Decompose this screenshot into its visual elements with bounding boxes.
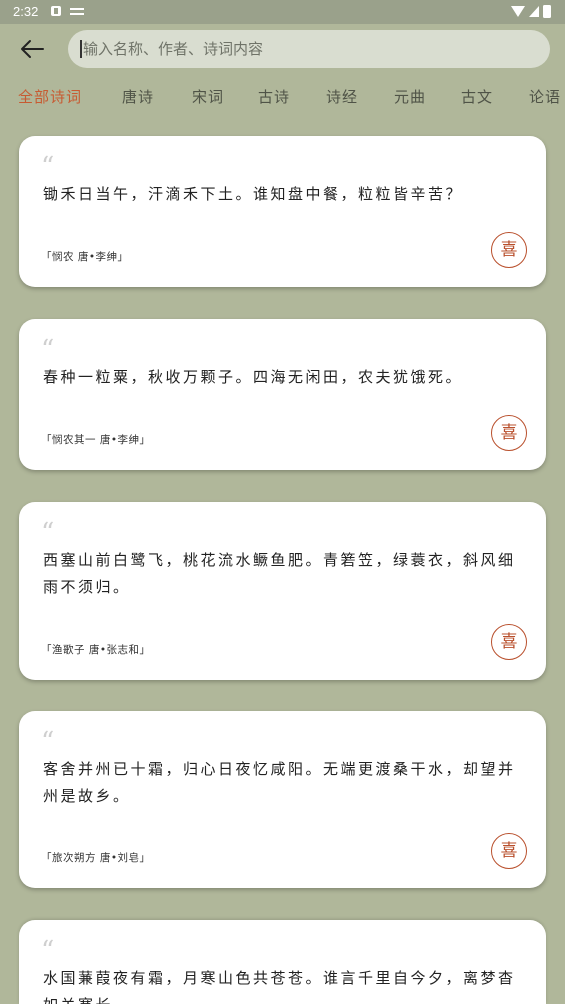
tab-ancient-poems[interactable]: 古诗 [258,86,290,107]
poem-source: 「悯农其一 唐•李绅」 [41,434,151,446]
text-cursor [80,40,82,58]
poem-card[interactable]: “ 锄禾日当午，汗滴禾下土。谁知盘中餐，粒粒皆辛苦？ 「悯农 唐•李绅」 喜 [19,136,546,287]
poem-card[interactable]: “ 西塞山前白鹭飞，桃花流水鳜鱼肥。青箬笠，绿蓑衣，斜风细雨不须归。 「渔歌子 … [19,502,546,680]
quote-mark-icon: “ [41,936,55,966]
search-header [0,24,565,76]
tab-tang-poems[interactable]: 唐诗 [122,86,154,107]
wifi-icon [511,6,525,17]
notification-icon [51,6,61,16]
like-button[interactable]: 喜 [491,232,527,268]
poem-source: 「悯农 唐•李绅」 [41,251,129,263]
tab-yuanqu[interactable]: 元曲 [394,86,426,107]
back-arrow-icon[interactable] [18,37,46,61]
poem-text: 春种一粒粟，秋收万颗子。四海无闲田，农夫犹饿死。 [43,368,464,386]
poem-text: 水国蒹葭夜有霜，月寒山色共苍苍。谁言千里自今夕，离梦杳如关塞长。 [43,969,516,1004]
keyboard-icon [70,8,84,15]
poem-source: 「旅次朔方 唐•刘皂」 [41,852,151,864]
status-bar: 2:32 [0,0,565,24]
quote-mark-icon: “ [41,518,55,548]
tab-song-ci[interactable]: 宋词 [192,86,224,107]
poem-source: 「渔歌子 唐•张志和」 [41,644,151,656]
signal-icon [529,6,539,17]
search-box[interactable] [68,30,550,68]
poem-text: 锄禾日当午，汗滴禾下土。谁知盘中餐，粒粒皆辛苦？ [43,185,464,203]
poem-text: 客舍并州已十霜，归心日夜忆咸阳。无端更渡桑干水，却望并州是故乡。 [43,760,516,805]
like-button[interactable]: 喜 [491,833,527,869]
tab-guwen[interactable]: 古文 [461,86,493,107]
battery-icon [543,5,551,18]
status-icons [511,5,551,18]
poem-card[interactable]: “ 春种一粒粟，秋收万颗子。四海无闲田，农夫犹饿死。 「悯农其一 唐•李绅」 喜 [19,319,546,470]
quote-mark-icon: “ [41,335,55,365]
like-button[interactable]: 喜 [491,415,527,451]
like-button[interactable]: 喜 [491,624,527,660]
tab-lunyu[interactable]: 论语 [529,86,561,107]
category-tabs: 全部诗词 唐诗 宋词 古诗 诗经 元曲 古文 论语 [0,84,565,112]
status-time: 2:32 [13,4,39,19]
search-input[interactable] [83,40,503,58]
quote-mark-icon: “ [41,152,55,182]
quote-mark-icon: “ [41,727,55,757]
tab-all-poems[interactable]: 全部诗词 [18,86,82,107]
tab-shijing[interactable]: 诗经 [326,86,358,107]
poem-card[interactable]: “ 水国蒹葭夜有霜，月寒山色共苍苍。谁言千里自今夕，离梦杳如关塞长。 [19,920,546,1004]
poem-card[interactable]: “ 客舍并州已十霜，归心日夜忆咸阳。无端更渡桑干水，却望并州是故乡。 「旅次朔方… [19,711,546,888]
poem-text: 西塞山前白鹭飞，桃花流水鳜鱼肥。青箬笠，绿蓑衣，斜风细雨不须归。 [43,551,516,596]
